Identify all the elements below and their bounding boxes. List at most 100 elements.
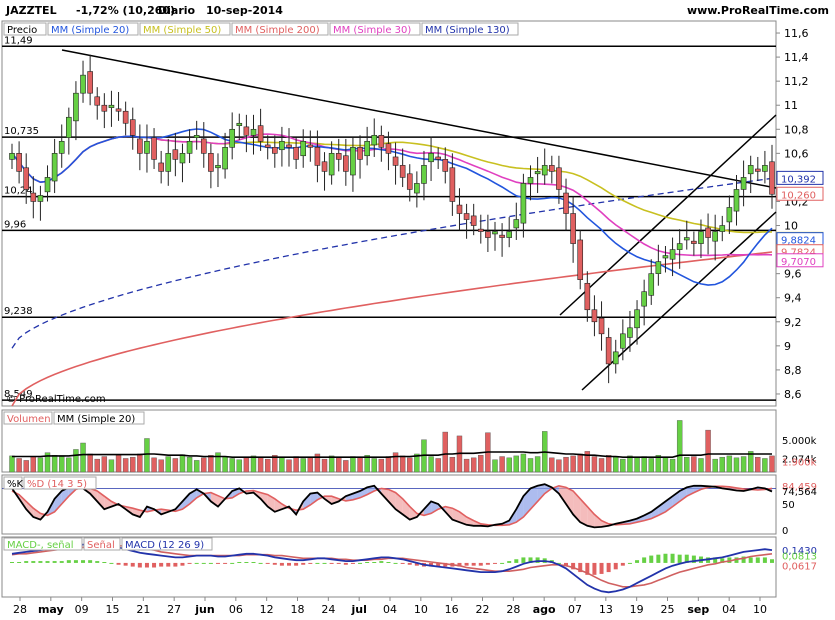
volume-bar [506, 457, 512, 473]
x-axis-label: 16 [445, 603, 459, 616]
macd-histogram-bar [507, 561, 512, 563]
volume-bar [208, 455, 214, 473]
volume-bar [662, 456, 669, 473]
macd-histogram-bar [379, 561, 384, 563]
x-axis-label: 07 [568, 603, 582, 616]
volume-bar [144, 438, 150, 473]
macd-histogram-bar [407, 562, 412, 565]
price-axis-label: 9 [784, 340, 791, 353]
macd-histogram-bar [180, 562, 185, 566]
candle-down [30, 192, 37, 202]
macd-histogram-bar [748, 557, 753, 563]
candle-down [94, 96, 101, 106]
macd-histogram-bar [343, 562, 348, 565]
macd-histogram-bar [73, 560, 78, 563]
macd-histogram-bar [649, 555, 654, 563]
macd-histogram-bar [656, 554, 661, 563]
volume-bar [684, 456, 690, 473]
candle-up [165, 153, 172, 172]
candle-up [541, 165, 548, 176]
volume-bar [641, 456, 647, 473]
stoch-legend-item: %K [7, 479, 24, 490]
macd-histogram-bar [670, 553, 675, 563]
candle-up [300, 141, 307, 157]
candle-up [712, 231, 718, 242]
chart-canvas[interactable]: 11,611,411,21110,810,610,410,2109,89,69,… [0, 0, 835, 620]
candle-down [549, 165, 555, 172]
macd-histogram-bar [358, 562, 363, 564]
candle-down [605, 337, 612, 365]
macd-histogram-bar [109, 562, 114, 564]
macd-histogram-bar [130, 562, 135, 567]
copyright-text: © ProRealTime.com [6, 394, 106, 405]
candle-up [520, 183, 527, 224]
candle-up [73, 92, 79, 122]
candle-up [364, 141, 370, 157]
macd-histogram-bar [642, 557, 647, 563]
volume-bar [137, 453, 143, 473]
volume-bar [115, 455, 122, 473]
macd-histogram-bar [265, 562, 270, 564]
volume-bar [478, 455, 484, 473]
macd-legend-item: MACD (12 26 9) [125, 540, 204, 551]
macd-histogram-bar [251, 562, 256, 563]
candle-up [179, 153, 186, 164]
candle-down [307, 144, 314, 148]
candle-down [115, 108, 122, 112]
macd-histogram-bar [478, 562, 483, 566]
candle-up [620, 333, 626, 349]
macd-histogram-bar [485, 562, 490, 565]
macd-histogram-bar [500, 562, 505, 564]
candle-up [144, 141, 150, 154]
macd-histogram-bar [31, 561, 36, 563]
candle-down [556, 167, 562, 190]
volume-bar [201, 457, 207, 473]
volume-bar [385, 456, 392, 473]
macd-histogram-bar [88, 560, 93, 563]
volume-bar [101, 456, 108, 473]
macd-histogram-bar [514, 559, 519, 563]
volume-bar [712, 458, 718, 473]
candle-down [87, 71, 93, 94]
volume-bar [648, 458, 654, 473]
candle-up [66, 116, 72, 139]
x-axis-label: 09 [75, 603, 89, 616]
candle-up [414, 183, 420, 194]
macd-histogram-bar [365, 562, 370, 563]
x-axis-label: may [38, 603, 64, 616]
candle-up [229, 128, 235, 148]
macd-histogram-bar [762, 557, 767, 563]
value-badge-label: 10,392 [781, 174, 816, 185]
candle-down [563, 192, 569, 214]
volume-bar [243, 457, 250, 473]
macd-histogram-bar [187, 562, 192, 564]
candle-up [371, 134, 378, 146]
macd-histogram-bar [81, 560, 86, 563]
candle-up [733, 189, 740, 212]
volume-bar [549, 457, 555, 473]
candle-up [58, 141, 65, 154]
volume-bar [755, 456, 761, 473]
candle-up [428, 153, 434, 163]
candle-up [648, 273, 655, 296]
volume-bar [265, 458, 271, 473]
volume-bar [613, 456, 619, 473]
price-axis-label: 9,2 [784, 316, 802, 329]
macd-histogram-bar [464, 562, 469, 566]
volume-bar [215, 452, 221, 473]
x-axis-label: 19 [630, 603, 644, 616]
volume-bar [151, 457, 157, 473]
candle-down [406, 173, 413, 190]
stoch-axis-label: 0 [782, 526, 788, 537]
macd-histogram-bar [350, 562, 355, 564]
volume-bar [698, 458, 704, 473]
candle-down [378, 134, 385, 148]
volume-legend-item: MM (Simple 20) [57, 414, 135, 425]
macd-axis-label: 0,0617 [782, 561, 817, 572]
volume-bar [527, 458, 534, 473]
macd-histogram-bar [38, 561, 43, 563]
volume-bar [719, 456, 725, 473]
volume-bar [428, 456, 434, 473]
macd-histogram-bar [95, 561, 100, 563]
volume-bar [321, 458, 328, 473]
